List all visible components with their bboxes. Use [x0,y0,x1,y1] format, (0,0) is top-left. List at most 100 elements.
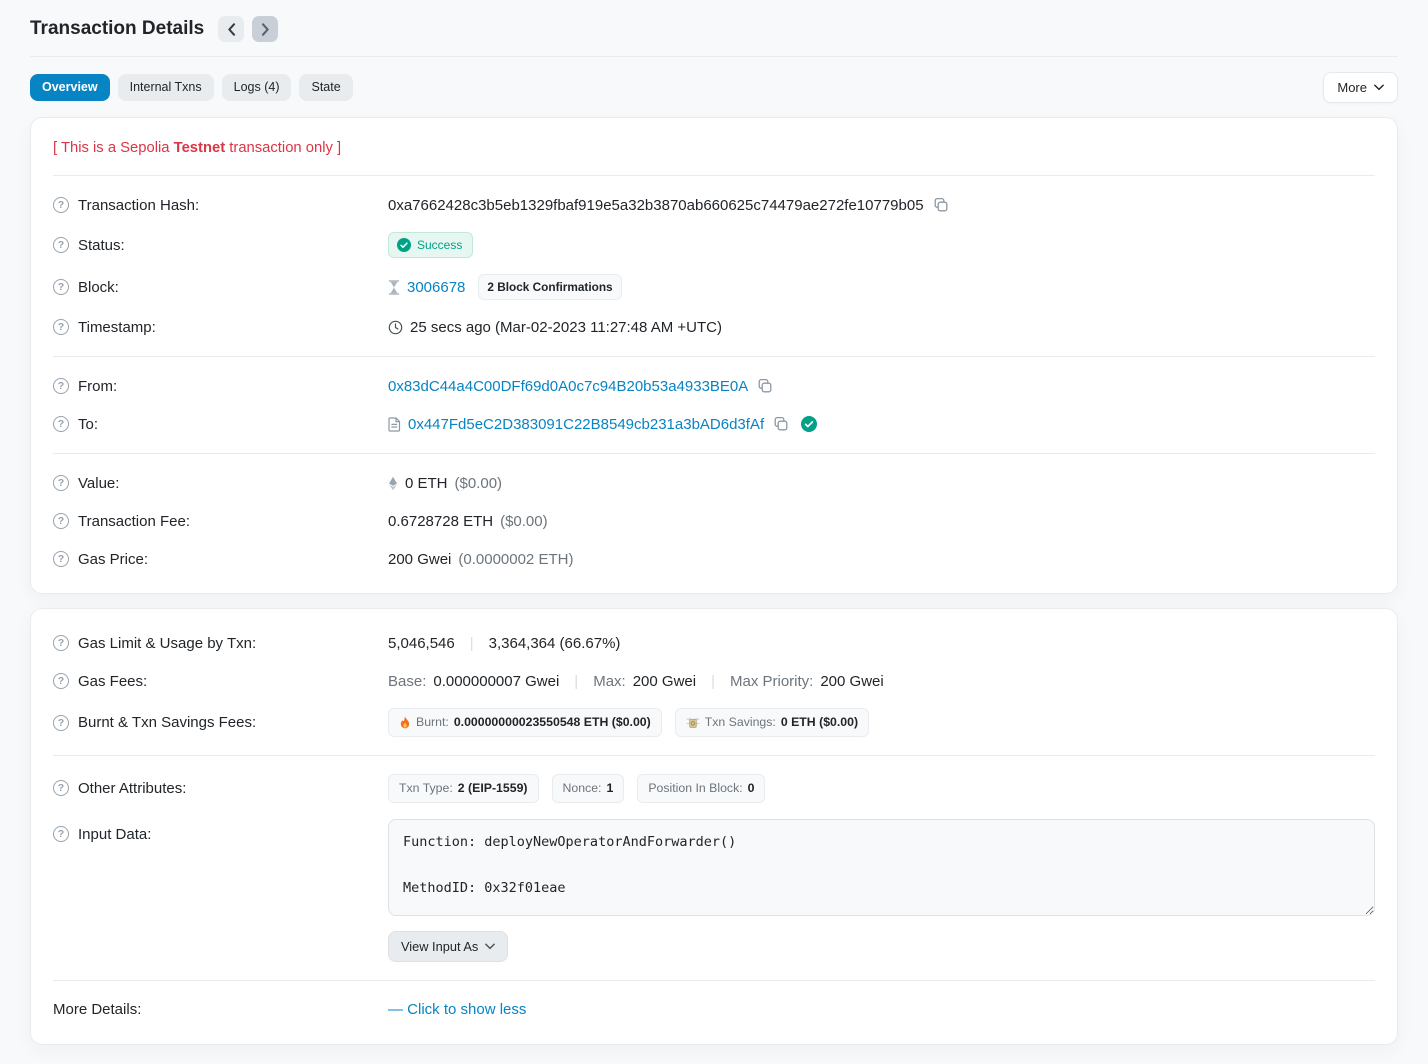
base-fee-value: 0.000000007 Gwei [433,673,559,690]
gas-fees-label: Gas Fees: [78,673,147,690]
tab-logs[interactable]: Logs (4) [222,74,292,101]
separator: | [574,673,578,690]
nonce-label: Nonce: [563,781,602,796]
more-dropdown-label: More [1337,80,1367,95]
testnet-notice-highlight: Testnet [174,140,226,156]
transaction-fee-row: ? Transaction Fee: 0.6728728 ETH ($0.00) [53,502,1375,540]
txn-savings-badge: Txn Savings: 0 ETH ($0.00) [675,708,869,737]
nonce-badge: Nonce: 1 [552,774,625,803]
other-attributes-label: Other Attributes: [78,780,186,797]
value-label-group: ? Value: [53,475,388,492]
gas-price-amount: 200 Gwei [388,551,451,568]
block-number-link[interactable]: 3006678 [407,279,465,296]
to-row: ? To: 0x447Fd5eC2D383091C22B8549cb231a3b… [53,405,1375,443]
copy-hash-button[interactable] [931,195,951,215]
help-icon[interactable]: ? [53,673,69,689]
burnt-fees-row: ? Burnt & Txn Savings Fees: Burnt: 0.000… [53,700,1375,745]
testnet-notice: [ This is a Sepolia Testnet transaction … [53,133,1375,165]
help-icon[interactable]: ? [53,378,69,394]
gas-price-label: Gas Price: [78,551,148,568]
view-input-as-button[interactable]: View Input As [388,931,508,962]
input-data-textarea[interactable]: Function: deployNewOperatorAndForwarder(… [388,819,1375,916]
help-icon[interactable]: ? [53,475,69,491]
timestamp-value: 25 secs ago (Mar-02-2023 11:27:48 AM +UT… [410,319,722,336]
txn-type-value: 2 (EIP-1559) [458,781,528,796]
help-icon[interactable]: ? [53,513,69,529]
help-icon[interactable]: ? [53,635,69,651]
input-data-label-group: ? Input Data: [53,819,388,843]
from-label: From: [78,378,117,395]
timestamp-label-group: ? Timestamp: [53,319,388,336]
status-badge-label: Success [417,239,462,251]
burnt-value: 0.00000000023550548 ETH ($0.00) [454,715,651,730]
separator: | [711,673,715,690]
position-in-block-label: Position In Block: [648,781,742,796]
more-details-label-group: More Details: [53,1001,388,1018]
tab-state[interactable]: State [299,74,352,101]
divider [53,453,1375,454]
chevron-right-icon [261,23,270,36]
burnt-fees-label: Burnt & Txn Savings Fees: [78,714,256,731]
testnet-notice-suffix: transaction only ] [225,140,341,156]
help-icon[interactable]: ? [53,551,69,567]
help-icon[interactable]: ? [53,826,69,842]
transaction-hash-value: 0xa7662428c3b5eb1329fbaf919e5a32b3870ab6… [388,197,924,214]
separator: | [470,635,474,652]
chevron-down-icon [485,943,495,950]
txn-savings-value: 0 ETH ($0.00) [781,715,858,730]
next-transaction-button[interactable] [252,16,278,42]
gas-limit-value: 5,046,546 [388,635,455,652]
other-attributes-label-group: ? Other Attributes: [53,780,388,797]
txn-type-label: Txn Type: [399,781,453,796]
copy-icon [773,416,789,432]
to-address-link[interactable]: 0x447Fd5eC2D383091C22B8549cb231a3bAD6d3f… [408,416,764,433]
base-fee-label: Base: [388,673,426,690]
tab-internal-txns[interactable]: Internal Txns [118,74,214,101]
help-icon[interactable]: ? [53,279,69,295]
from-address-link[interactable]: 0x83dC44a4C00DFf69d0A0c7c94B20b53a4933BE… [388,378,748,395]
transaction-hash-label: Transaction Hash: [78,197,199,214]
transaction-fee-label: Transaction Fee: [78,513,190,530]
position-in-block-value: 0 [748,781,755,796]
block-row: ? Block: 3006678 2 Block Confirmations [53,266,1375,308]
gas-price-eth: (0.0000002 ETH) [458,551,573,568]
show-less-link[interactable]: — Click to show less [388,1001,526,1018]
transaction-fee-usd: ($0.00) [500,513,548,530]
more-details-label: More Details: [53,1001,141,1018]
copy-to-address-button[interactable] [771,414,791,434]
max-fee-value: 200 Gwei [633,673,696,690]
gas-price-row: ? Gas Price: 200 Gwei (0.0000002 ETH) [53,540,1375,578]
gas-fees-label-group: ? Gas Fees: [53,673,388,690]
gas-used-value: 3,364,364 (66.67%) [489,635,621,652]
timestamp-row: ? Timestamp: 25 secs ago (Mar-02-2023 11… [53,308,1375,346]
txn-type-badge: Txn Type: 2 (EIP-1559) [388,774,539,803]
more-dropdown-button[interactable]: More [1323,72,1398,103]
gas-limit-row: ? Gas Limit & Usage by Txn: 5,046,546 | … [53,624,1375,662]
page-header: Transaction Details [30,0,1398,57]
position-in-block-badge: Position In Block: 0 [637,774,765,803]
tab-overview[interactable]: Overview [30,74,110,101]
previous-transaction-button[interactable] [218,16,244,42]
copy-from-address-button[interactable] [755,376,775,396]
transaction-fee-amount: 0.6728728 ETH [388,513,493,530]
block-label: Block: [78,279,119,296]
other-attributes-row: ? Other Attributes: Txn Type: 2 (EIP-155… [53,766,1375,811]
testnet-notice-prefix: [ This is a Sepolia [53,140,174,156]
copy-icon [757,378,773,394]
block-label-group: ? Block: [53,279,388,296]
gas-limit-label: Gas Limit & Usage by Txn: [78,635,256,652]
transaction-overview-card: [ This is a Sepolia Testnet transaction … [30,117,1398,594]
transaction-fee-label-group: ? Transaction Fee: [53,513,388,530]
hourglass-icon [388,280,400,295]
page-title: Transaction Details [30,18,204,40]
help-icon[interactable]: ? [53,197,69,213]
help-icon[interactable]: ? [53,715,69,731]
money-wings-icon [686,717,700,729]
help-icon[interactable]: ? [53,237,69,253]
help-icon[interactable]: ? [53,416,69,432]
burnt-fees-label-group: ? Burnt & Txn Savings Fees: [53,714,388,731]
tabs-bar: Overview Internal Txns Logs (4) State Mo… [30,72,1398,103]
help-icon[interactable]: ? [53,319,69,335]
success-check-icon [397,238,411,252]
help-icon[interactable]: ? [53,780,69,796]
